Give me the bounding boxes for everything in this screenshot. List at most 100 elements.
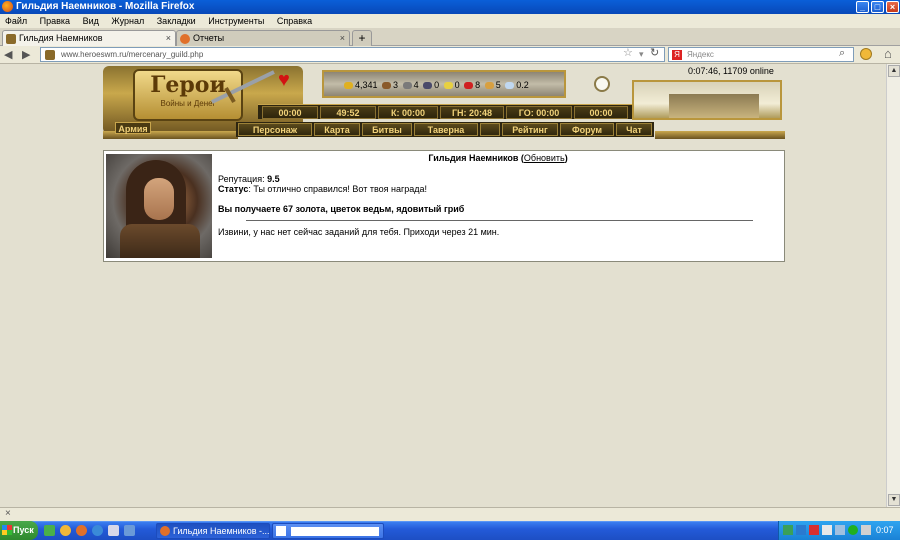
- close-window-button[interactable]: ×: [886, 1, 899, 13]
- addon-icon[interactable]: [860, 48, 872, 60]
- tab-mercenary-guild[interactable]: Гильдия Наемников ×: [2, 30, 176, 46]
- quicklaunch-icon[interactable]: [92, 525, 103, 536]
- menu-edit[interactable]: Правка: [40, 16, 70, 26]
- resource-diamonds: 0.2: [516, 80, 529, 90]
- window-icon: [276, 526, 286, 536]
- menu-bookmarks[interactable]: Закладки: [157, 16, 196, 26]
- status-line: Статус: Ты отлично справился! Вот твоя н…: [218, 184, 427, 194]
- start-label: Пуск: [13, 525, 34, 535]
- ore-icon: [402, 82, 412, 90]
- tray-icon[interactable]: [822, 525, 832, 535]
- timer-go: ГО: 00:00: [506, 106, 572, 119]
- url-text: www.heroeswm.ru/mercenary_guild.php: [61, 50, 204, 59]
- forward-arrow-icon[interactable]: ▶: [22, 48, 30, 61]
- windows-logo-icon: [2, 525, 12, 535]
- nav-rating[interactable]: Рейтинг: [502, 123, 558, 136]
- system-tray: 0:07: [778, 521, 900, 540]
- reputation-label: Репутация:: [218, 174, 265, 184]
- close-tab-icon[interactable]: ×: [166, 31, 171, 46]
- tray-icon[interactable]: [796, 525, 806, 535]
- menu-history[interactable]: Журнал: [111, 16, 144, 26]
- nav-tavern[interactable]: Таверна: [414, 123, 478, 136]
- search-placeholder: Яндекс: [687, 50, 714, 59]
- yandex-icon[interactable]: Я: [672, 50, 682, 60]
- no-tasks-message: Извини, у нас нет сейчас заданий для теб…: [218, 227, 500, 237]
- taskbar-window-2[interactable]: [272, 523, 384, 539]
- sulfur-icon: [443, 82, 453, 90]
- gems-icon: [484, 82, 494, 90]
- nav-empty: [480, 123, 500, 136]
- close-icon[interactable]: ×: [5, 508, 11, 519]
- guild-title: Гильдия Наемников (Обновить): [428, 153, 568, 163]
- window-title: Гильдия Наемников - Mozilla Firefox: [16, 1, 195, 12]
- nav-character[interactable]: Персонаж: [238, 123, 312, 136]
- tray-icon[interactable]: [835, 525, 845, 535]
- army-button[interactable]: Армия: [115, 122, 151, 134]
- vertical-scrollbar[interactable]: ▲ ▼: [886, 64, 900, 507]
- reputation-value: 9.5: [267, 174, 280, 184]
- taskbar-window-label: Гильдия Наемников -...: [173, 526, 270, 536]
- tray-icon[interactable]: [848, 525, 858, 535]
- back-arrow-icon[interactable]: ◀: [4, 48, 12, 61]
- wood-icon: [382, 82, 392, 90]
- site-identity-icon[interactable]: [45, 50, 55, 60]
- refresh-link[interactable]: Обновить: [524, 153, 565, 163]
- scroll-up-icon[interactable]: ▲: [888, 65, 900, 77]
- quicklaunch-icon[interactable]: [60, 525, 71, 536]
- nav-battles[interactable]: Битвы: [362, 123, 412, 136]
- scroll-down-icon[interactable]: ▼: [888, 494, 900, 506]
- status-label: Статус: [218, 184, 249, 194]
- tray-clock: 0:07: [876, 525, 894, 535]
- menu-tools[interactable]: Инструменты: [208, 16, 264, 26]
- nav-chat[interactable]: Чат: [616, 123, 652, 136]
- start-button[interactable]: Пуск: [0, 521, 38, 540]
- timer-gn: ГН: 20:48: [440, 106, 504, 119]
- new-tab-button[interactable]: +: [352, 30, 372, 46]
- tab-reports[interactable]: Отчеты ×: [176, 30, 350, 46]
- nav-map[interactable]: Карта: [314, 123, 360, 136]
- tab-bar: Гильдия Наемников × Отчеты × +: [0, 28, 900, 46]
- guild-name: Гильдия Наемников: [428, 153, 519, 163]
- menu-bar: Файл Правка Вид Журнал Закладки Инструме…: [0, 14, 900, 28]
- window-title-bar: Гильдия Наемников - Mozilla Firefox _ □ …: [0, 0, 900, 14]
- close-tab-icon[interactable]: ×: [340, 31, 345, 46]
- quicklaunch-icon[interactable]: [44, 525, 55, 536]
- tab-label: Гильдия Наемников: [19, 33, 103, 43]
- sword-icon: [211, 70, 275, 104]
- menu-help[interactable]: Справка: [277, 16, 312, 26]
- resource-ore: 4: [413, 80, 419, 90]
- firefox-icon[interactable]: [76, 525, 87, 536]
- menu-view[interactable]: Вид: [83, 16, 99, 26]
- nav-forum[interactable]: Форум: [560, 123, 614, 136]
- resource-gems: 5: [495, 80, 501, 90]
- taskbar-window-guild[interactable]: Гильдия Наемников -...: [156, 523, 270, 539]
- home-icon[interactable]: ⌂: [884, 46, 892, 61]
- quicklaunch-icon[interactable]: [124, 525, 135, 536]
- taskbar: [0, 521, 900, 540]
- firefox-icon: [180, 34, 190, 44]
- address-bar[interactable]: www.heroeswm.ru/mercenary_guild.php ☆ ▾ …: [40, 47, 665, 62]
- tray-icon[interactable]: [809, 525, 819, 535]
- minimize-button[interactable]: _: [856, 1, 869, 13]
- timer-2: 49:52: [320, 106, 376, 119]
- menu-file[interactable]: Файл: [5, 16, 27, 26]
- quicklaunch-icon[interactable]: [108, 525, 119, 536]
- online-counter: 0:07:46, 11709 online: [688, 66, 774, 76]
- search-icon[interactable]: ⌕: [839, 47, 845, 60]
- reload-icon[interactable]: ↻: [650, 47, 659, 60]
- volume-icon[interactable]: [861, 525, 871, 535]
- reward-text: Вы получаете 67 золота, цветок ведьм, яд…: [218, 204, 465, 214]
- tab-label: Отчеты: [193, 33, 225, 43]
- clock-icon: [594, 76, 610, 92]
- firefox-icon: [160, 526, 170, 536]
- timers-row: 00:00 49:52 К: 00:00 ГН: 20:48 ГО: 00:00…: [258, 104, 632, 119]
- search-field[interactable]: Я Яндекс ⌕: [668, 47, 854, 62]
- health-heart-icon: ♥: [278, 69, 290, 91]
- dropdown-arrow-icon[interactable]: ▾: [639, 48, 644, 61]
- bookmark-star-icon[interactable]: ☆: [623, 47, 633, 60]
- tray-icon[interactable]: [783, 525, 793, 535]
- resource-gold: 4,341: [355, 80, 378, 90]
- castle-banner: [632, 80, 782, 120]
- firefox-icon: [2, 1, 13, 12]
- maximize-button[interactable]: □: [871, 1, 884, 13]
